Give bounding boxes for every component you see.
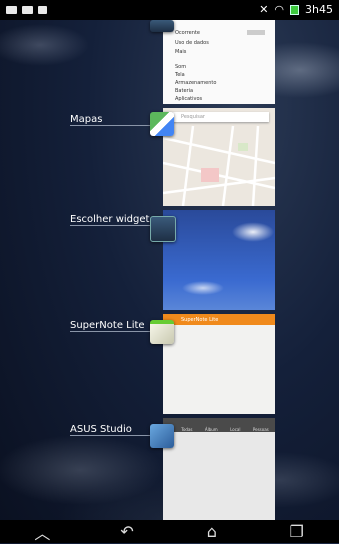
navigation-bar: ︿ ↶ ⌂ ❐ [0, 520, 339, 543]
recent-app-thumbnail-supernote-lite[interactable]: SuperNote Lite [163, 314, 275, 414]
studio-tab-bar: Todas Álbum Local Pessoas [163, 418, 275, 432]
supernote-icon[interactable] [150, 320, 174, 344]
recent-app-thumbnail-settings[interactable]: Ocorrente Uso de dados Mais Som Tela Arm… [163, 20, 275, 104]
studio-tab: Pessoas [252, 427, 269, 432]
settings-icon[interactable] [150, 20, 174, 32]
recent-app-label-supernote-lite: SuperNote Lite [70, 320, 145, 331]
maps-icon[interactable] [150, 112, 174, 136]
toggle [247, 30, 265, 35]
supernote-header: SuperNote Lite [163, 314, 275, 325]
home-icon[interactable]: ⌂ [197, 522, 227, 541]
back-icon[interactable]: ↶ [112, 522, 142, 541]
studio-tab: Álbum [204, 427, 218, 432]
label-divider [70, 225, 150, 226]
settings-row: Aplicativos [175, 96, 203, 102]
notification-icon [22, 6, 33, 14]
studio-tab: Local [230, 427, 241, 432]
map-streets [163, 125, 275, 206]
clock: 3h45 [305, 3, 333, 16]
recent-app-label-asus-studio: ASUS Studio [70, 424, 132, 435]
battery-icon [290, 4, 300, 15]
studio-tab: Todas [181, 427, 193, 432]
screenshot-icon [6, 6, 17, 14]
supernote-header-text: SuperNote Lite [181, 317, 219, 323]
collapse-icon[interactable]: ︿ [27, 520, 57, 544]
recent-app-label-escolher-widget: Escolher widget [70, 214, 150, 225]
wifi-icon: ◠ [274, 3, 285, 16]
label-divider [70, 125, 150, 126]
settings-row: Bateria [175, 88, 194, 94]
label-divider [70, 331, 150, 332]
asus-studio-icon[interactable] [150, 424, 174, 448]
widget-icon[interactable] [150, 216, 176, 242]
status-bar: ✕ ◠ 3h45 [0, 0, 339, 20]
settings-row: Tela [175, 72, 185, 78]
mute-icon: ✕ [259, 3, 269, 16]
recent-app-label-mapas: Mapas [70, 114, 103, 125]
file-icon [38, 6, 47, 14]
recent-apps-icon[interactable]: ❐ [282, 522, 312, 541]
recent-app-thumbnail-mapas[interactable]: Pesquisar [163, 108, 275, 206]
label-divider [70, 435, 150, 436]
settings-row: Armazenamento [175, 80, 217, 86]
recent-app-thumbnail-escolher-widget[interactable] [163, 210, 275, 310]
settings-row: Uso de dados [175, 40, 209, 46]
settings-row: Som [175, 64, 187, 70]
settings-row: Ocorrente [175, 30, 200, 36]
settings-row: Mais [175, 49, 187, 55]
recent-app-thumbnail-asus-studio[interactable]: Todas Álbum Local Pessoas [163, 418, 275, 520]
